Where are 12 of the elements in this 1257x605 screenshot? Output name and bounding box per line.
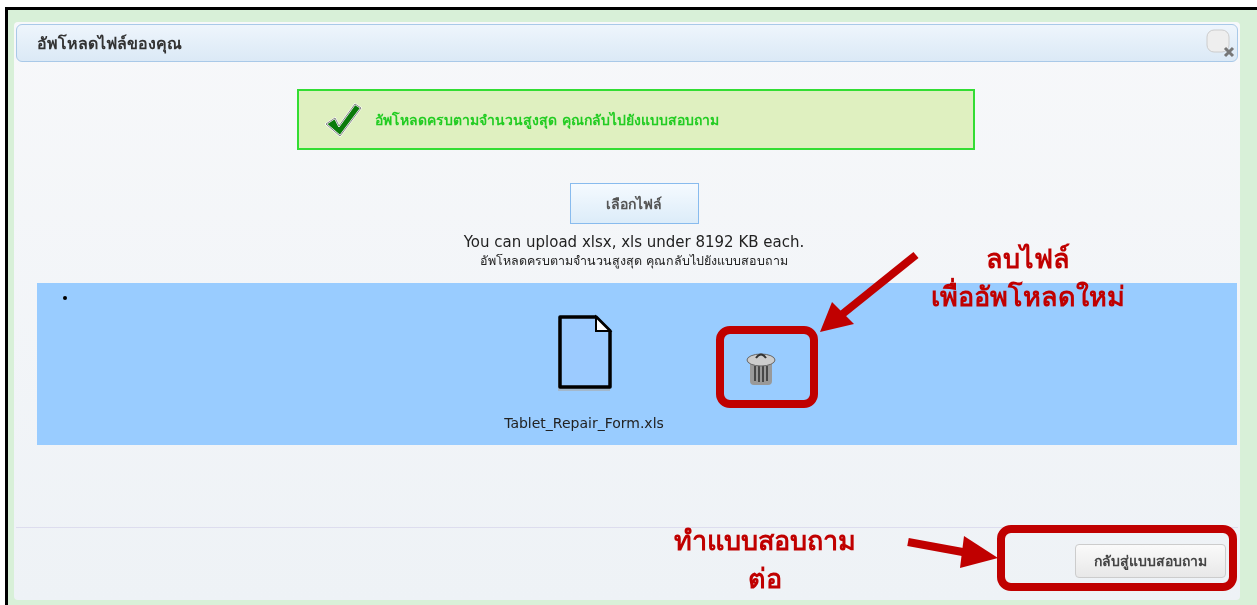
upload-hint: You can upload xlsx, xls under 8192 KB each. [463, 233, 805, 251]
back-to-survey-button[interactable]: กลับสู่แบบสอบถาม [1075, 544, 1226, 578]
file-name: Tablet_Repair_Form.xls [504, 415, 664, 431]
status-text: อัพโหลดครบตามจำนวนสูงสุด คุณกลับไปยังแบบสอบถาม [480, 252, 788, 271]
close-icon[interactable] [1205, 28, 1235, 58]
bullet-icon [63, 296, 67, 300]
choose-file-button[interactable]: เลือกไฟล์ [569, 183, 699, 224]
annotation-text: ลบไฟล์ เพื่ออัพโหลดใหม่ [929, 242, 1126, 314]
checkmark-icon [323, 101, 363, 138]
annotation-text: ทำแบบสอบถาม ต่อ [673, 524, 857, 596]
success-message: อัพโหลดครบตามจำนวนสูงสุด คุณกลับไปยังแบบสอบถาม [375, 110, 719, 131]
dialog-title: อัพโหลดไฟล์ของคุณ [37, 32, 182, 56]
